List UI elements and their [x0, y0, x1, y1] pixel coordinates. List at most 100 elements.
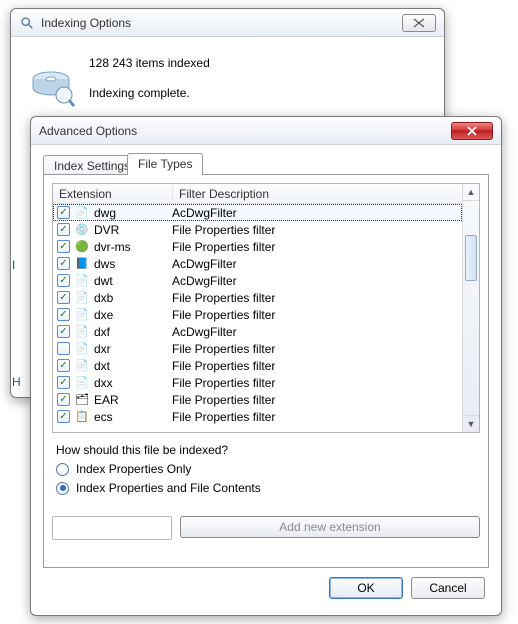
description-cell: AcDwgFilter	[172, 274, 462, 288]
checkbox[interactable]: ✓	[57, 223, 70, 236]
table-row[interactable]: ✓ 🟢 dvr-msFile Properties filter	[53, 238, 462, 255]
file-icon: 📄	[74, 307, 90, 323]
table-row[interactable]: ✓ 💿 DVRFile Properties filter	[53, 221, 462, 238]
file-icon: 📄	[74, 290, 90, 306]
scrollbar[interactable]: ▲ ▼	[462, 184, 479, 432]
description-cell: File Properties filter	[172, 308, 462, 322]
advanced-options-window: Advanced Options Index Settings File Typ…	[30, 116, 502, 616]
radio-label: Index Properties Only	[76, 462, 191, 476]
checkbox[interactable]: ✓	[57, 325, 70, 338]
scroll-thumb[interactable]	[465, 235, 477, 281]
magnifier-icon	[19, 15, 35, 31]
checkbox[interactable]: ✓	[57, 393, 70, 406]
table-row[interactable]: ✓ 📄 dxtFile Properties filter	[53, 357, 462, 374]
checkbox[interactable]	[57, 342, 70, 355]
checkbox[interactable]: ✓	[57, 291, 70, 304]
tab-file-types[interactable]: File Types	[127, 153, 203, 175]
add-new-extension-button[interactable]: Add new extension	[180, 516, 480, 538]
cancel-button[interactable]: Cancel	[411, 577, 485, 599]
extension-cell: DVR	[94, 223, 172, 237]
checkbox[interactable]: ✓	[57, 240, 70, 253]
extension-cell: dxe	[94, 308, 172, 322]
extension-cell: dxx	[94, 376, 172, 390]
indexing-options-titlebar[interactable]: Indexing Options	[11, 9, 444, 37]
description-cell: File Properties filter	[172, 240, 462, 254]
extension-cell: dxr	[94, 342, 172, 356]
peek-text: I	[12, 258, 15, 272]
description-cell: AcDwgFilter	[172, 206, 462, 220]
table-row[interactable]: ✓ 📄 dxfAcDwgFilter	[53, 323, 462, 340]
table-row[interactable]: ✓📘dwsAcDwgFilter	[53, 255, 462, 272]
checkbox[interactable]: ✓	[57, 206, 70, 219]
radio-icon	[56, 482, 69, 495]
table-row[interactable]: ✓ 📄 dxbFile Properties filter	[53, 289, 462, 306]
description-cell: File Properties filter	[172, 359, 462, 373]
checkbox[interactable]: ✓	[57, 308, 70, 321]
description-cell: File Properties filter	[172, 393, 462, 407]
checkbox[interactable]: ✓	[57, 257, 70, 270]
extension-cell: ecs	[94, 410, 172, 424]
advanced-options-titlebar[interactable]: Advanced Options	[31, 117, 501, 145]
peek-text: H	[12, 375, 21, 389]
description-cell: AcDwgFilter	[172, 257, 462, 271]
file-icon: 💿	[74, 222, 90, 238]
scroll-track[interactable]	[463, 201, 479, 415]
file-icon: 📄	[74, 375, 90, 391]
table-row[interactable]: ✓ 📄 dxeFile Properties filter	[53, 306, 462, 323]
description-cell: File Properties filter	[172, 291, 462, 305]
table-row[interactable]: ✓ 📄 dxxFile Properties filter	[53, 374, 462, 391]
table-row[interactable]: 📄 dxrFile Properties filter	[53, 340, 462, 357]
indexing-options-title: Indexing Options	[41, 16, 131, 30]
checkbox[interactable]: ✓	[57, 376, 70, 389]
file-icon: 📘	[74, 256, 90, 272]
tab-strip: Index Settings File Types	[43, 153, 489, 175]
indexing-status: Indexing complete.	[89, 83, 210, 103]
table-row[interactable]: ✓ 📋 ecsFile Properties filter	[53, 408, 462, 425]
radio-properties-and-contents[interactable]: Index Properties and File Contents	[56, 481, 476, 495]
radio-label: Index Properties and File Contents	[76, 481, 261, 495]
scroll-down-icon[interactable]: ▼	[463, 415, 479, 432]
index-question: How should this file be indexed?	[56, 443, 476, 457]
table-row[interactable]: ✓📄dwtAcDwgFilter	[53, 272, 462, 289]
file-icon: 📄	[74, 324, 90, 340]
file-icon: 🟢	[74, 239, 90, 255]
extension-cell: dxt	[94, 359, 172, 373]
checkbox[interactable]: ✓	[57, 410, 70, 423]
description-cell: File Properties filter	[172, 223, 462, 237]
description-cell: File Properties filter	[172, 410, 462, 424]
description-cell: File Properties filter	[172, 376, 462, 390]
extension-cell: dxb	[94, 291, 172, 305]
file-icon: 📄	[74, 205, 90, 221]
file-icon: 📄	[74, 341, 90, 357]
radio-icon	[56, 463, 69, 476]
checkbox[interactable]: ✓	[57, 274, 70, 287]
drive-icon	[27, 61, 75, 109]
file-types-list[interactable]: Extension Filter Description ✓📄dwgAcDwgF…	[52, 183, 480, 433]
file-icon: 📋	[74, 409, 90, 425]
extension-cell: dxf	[94, 325, 172, 339]
items-indexed-count: 128 243 items indexed	[89, 53, 210, 73]
indexing-options-body: 128 243 items indexed Indexing complete.	[11, 37, 444, 123]
radio-properties-only[interactable]: Index Properties Only	[56, 462, 476, 476]
column-extension[interactable]: Extension	[53, 187, 173, 201]
checkbox[interactable]: ✓	[57, 359, 70, 372]
description-cell: AcDwgFilter	[172, 325, 462, 339]
extension-cell: dvr-ms	[94, 240, 172, 254]
column-filter-description[interactable]: Filter Description	[173, 187, 462, 201]
close-button[interactable]	[402, 14, 436, 32]
file-icon: 🗂	[74, 392, 90, 408]
table-row[interactable]: ✓ 📄 dwgAcDwgFilter	[53, 204, 462, 221]
scroll-up-icon[interactable]: ▲	[463, 184, 479, 201]
new-extension-input[interactable]	[52, 516, 172, 540]
table-row[interactable]: ✓ 🗂 EARFile Properties filter	[53, 391, 462, 408]
file-icon: 📄	[74, 273, 90, 289]
list-header[interactable]: Extension Filter Description	[53, 184, 462, 204]
file-icon: 📄	[74, 358, 90, 374]
ok-button[interactable]: OK	[329, 577, 403, 599]
extension-cell: dwg	[94, 206, 172, 220]
close-button[interactable]	[451, 122, 493, 140]
extension-cell: EAR	[94, 393, 172, 407]
description-cell: File Properties filter	[172, 342, 462, 356]
file-types-pane: Extension Filter Description ✓📄dwgAcDwgF…	[43, 174, 489, 568]
advanced-options-title: Advanced Options	[39, 124, 137, 138]
